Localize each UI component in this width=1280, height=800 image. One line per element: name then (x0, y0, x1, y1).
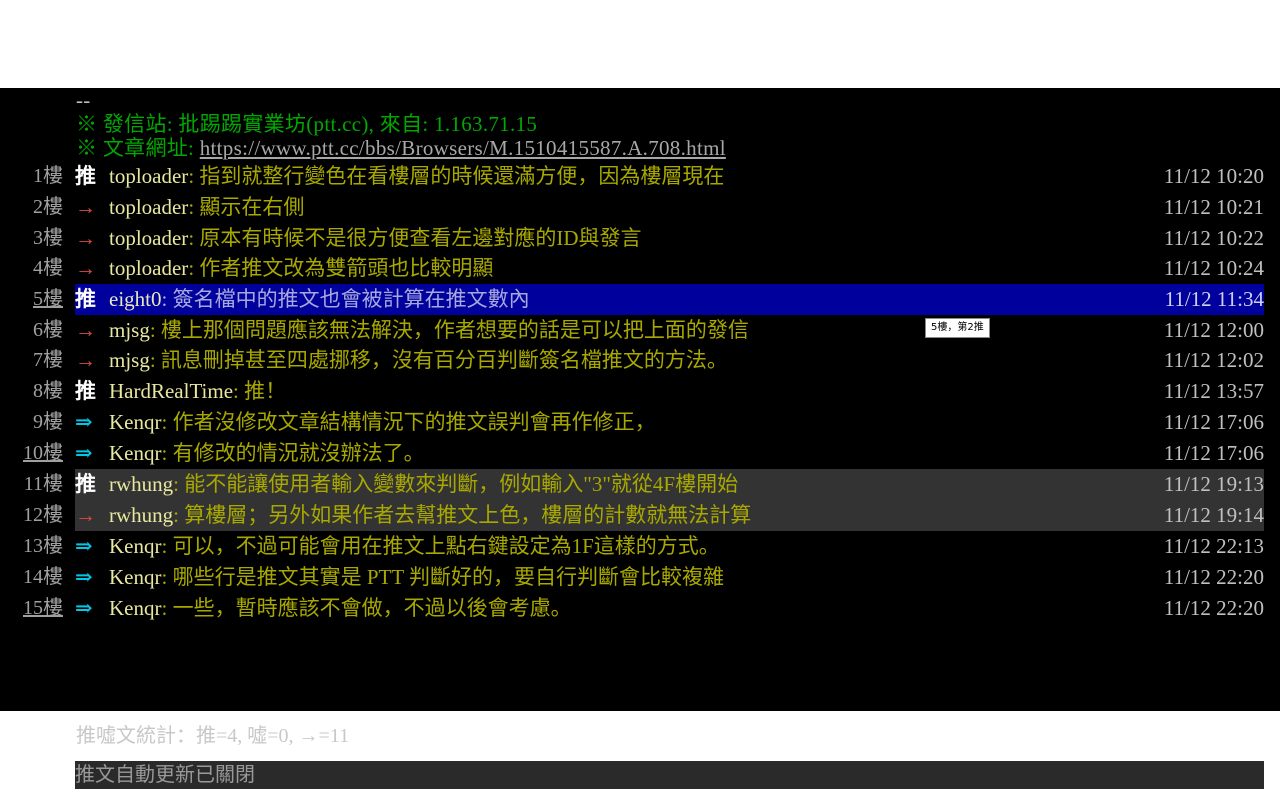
comment-user-id[interactable]: Kenqr (109, 410, 161, 434)
comment-user-id[interactable]: Kenqr (109, 534, 161, 558)
arrow-icon: → (75, 195, 96, 219)
comment-time: 11/12 10:21 (1163, 195, 1264, 219)
comment-row[interactable]: 12樓 → rwhung: 算樓層；另外如果作者去幫推文上色，樓層的計數就無法計算 1… (23, 500, 1264, 531)
comment-row[interactable]: 9樓 ⇒ Kenqr: 作者沒修改文章結構情況下的推文誤判會再作修正， 11/12 1… (33, 407, 1264, 438)
push-tag: 推 (75, 379, 96, 403)
double-arrow-icon: ⇒ (75, 565, 93, 589)
arrow-icon: → (75, 503, 96, 527)
comment-row[interactable]: 15樓 ⇒ Kenqr: 一些，暫時應該不會做，不過以後會考慮。 11/12 22:2… (23, 593, 1264, 624)
comment-user-id[interactable]: rwhung (109, 472, 173, 496)
comment-text: : 算樓層；另外如果作者去幫推文上色，樓層的計數就無法計算 (173, 503, 752, 527)
comment-user-id[interactable]: mjsg (109, 318, 150, 342)
comment-user-id[interactable]: rwhung (109, 503, 173, 527)
comment-time: 11/12 12:00 (1163, 318, 1264, 342)
article-url-line: ※ 文章網址: https://www.ptt.cc/bbs/Browsers/… (76, 136, 726, 160)
comment-time: 11/12 19:13 (1163, 472, 1264, 496)
comment-time: 11/12 17:06 (1163, 441, 1264, 465)
double-arrow-icon: ⇒ (75, 410, 93, 434)
floor-number[interactable]: 15樓 (0, 593, 63, 624)
comment-row[interactable]: 4樓 → toploader: 作者推文改為雙箭頭也比較明顯 11/12 10:24 (33, 253, 1264, 284)
comment-text: : 推！ (233, 379, 287, 403)
comment-text: : 作者沒修改文章結構情況下的推文誤判會再作修正， (161, 410, 656, 434)
comment-row[interactable]: 13樓 ⇒ Kenqr: 可以，不過可能會用在推文上點右鍵設定為1F這樣的方式。 11… (23, 531, 1264, 562)
comment-text: : 哪些行是推文其實是 PTT 判斷好的，要自行判斷會比較複雜 (161, 565, 725, 589)
floor-number: 9樓 (33, 411, 63, 433)
comment-user-id[interactable]: toploader (109, 226, 188, 250)
comment-user-id[interactable]: toploader (109, 256, 188, 280)
floor-number: 3樓 (33, 227, 63, 249)
floor-number: 6樓 (33, 319, 63, 341)
floor-number: 1樓 (33, 165, 63, 187)
comment-user-id[interactable]: Kenqr (109, 596, 161, 620)
comment-row[interactable]: 5樓推 eight0: 簽名檔中的推文也會被計算在推文數內 11/12 11:34 (33, 284, 1264, 315)
comment-time: 11/12 17:06 (1163, 410, 1264, 434)
comment-time: 11/12 19:14 (1163, 503, 1264, 527)
arrow-icon: → (75, 226, 96, 250)
comment-text: : 能不能讓使用者輸入變數來判斷，例如輸入"3"就從4F樓開始 (173, 472, 739, 496)
double-arrow-icon: ⇒ (75, 596, 93, 620)
comment-user-id[interactable]: toploader (109, 195, 188, 219)
comment-text: : 有修改的情況就沒辦法了。 (161, 441, 425, 465)
double-arrow-icon: ⇒ (75, 534, 93, 558)
comment-user-id[interactable]: mjsg (109, 348, 150, 372)
comment-time: 11/12 22:13 (1163, 534, 1264, 558)
comment-text: : 樓上那個問題應該無法解決，作者想要的話是可以把上面的發信 (149, 318, 749, 342)
push-tag: 推 (75, 287, 96, 311)
auto-update-status-bar: 推文自動更新已關閉 (75, 761, 1264, 789)
comment-user-id[interactable]: toploader (109, 164, 188, 188)
article-url-label: ※ 文章網址: (76, 136, 200, 160)
comment-time: 11/12 10:22 (1163, 226, 1264, 250)
comment-row[interactable]: 11樓推 rwhung: 能不能讓使用者輸入變數來判斷，例如輸入"3"就從4F樓開… (24, 469, 1264, 500)
comment-text: : 簽名檔中的推文也會被計算在推文數內 (161, 287, 530, 311)
floor-number: 13樓 (23, 535, 63, 557)
arrow-icon: → (75, 256, 96, 280)
comment-time: 11/12 12:02 (1163, 348, 1264, 372)
floor-number: 11樓 (23, 473, 63, 495)
comment-time: 11/12 22:20 (1163, 596, 1264, 620)
comment-row[interactable]: 14樓 ⇒ Kenqr: 哪些行是推文其實是 PTT 判斷好的，要自行判斷會比較複雜… (23, 562, 1264, 593)
comment-text: : 顯示在右側 (188, 195, 305, 219)
push-statistics: 推噓文統計：推=4, 噓=0, →=11 (76, 725, 350, 747)
floor-number[interactable]: 10樓 (0, 438, 63, 469)
ptt-article-view: -- ※ 發信站: 批踢踢實業坊(ptt.cc), 來自: 1.163.71.1… (0, 88, 1280, 789)
arrow-icon: → (75, 348, 96, 372)
article-url-link[interactable]: https://www.ptt.cc/bbs/Browsers/M.151041… (200, 136, 726, 160)
comment-text: : 指到就整行變色在看樓層的時候還滿方便，因為樓層現在 (188, 164, 725, 188)
comment-row[interactable]: 8樓推 HardRealTime: 推！ 11/12 13:57 (33, 376, 1264, 407)
comment-time: 11/12 11:34 (1164, 287, 1264, 311)
arrow-icon: → (75, 318, 96, 342)
floor-number[interactable]: 5樓 (0, 284, 63, 315)
comment-row[interactable]: 6樓 → mjsg: 樓上那個問題應該無法解決，作者想要的話是可以把上面的發信 11/… (33, 315, 1264, 346)
comment-user-id[interactable]: Kenqr (109, 441, 161, 465)
floor-number: 8樓 (33, 380, 63, 402)
floor-tooltip: 5樓，第2推 (925, 318, 990, 338)
comment-user-id[interactable]: eight0 (109, 287, 162, 311)
floor-number: 12樓 (23, 504, 63, 526)
comment-row[interactable]: 2樓 → toploader: 顯示在右側 11/12 10:21 (33, 192, 1264, 223)
comment-user-id[interactable]: HardRealTime (109, 379, 233, 403)
signature-separator: -- (76, 88, 91, 112)
floor-number: 2樓 (33, 196, 63, 218)
comment-row[interactable]: 3樓 → toploader: 原本有時候不是很方便查看左邊對應的ID與發言 11/1… (33, 223, 1264, 254)
comment-text: : 一些，暫時應該不會做，不過以後會考慮。 (161, 596, 572, 620)
comment-text: : 可以，不過可能會用在推文上點右鍵設定為1F這樣的方式。 (161, 534, 720, 558)
comment-row[interactable]: 1樓推 toploader: 指到就整行變色在看樓層的時候還滿方便，因為樓層現在 1… (33, 161, 1264, 192)
floor-number: 4樓 (33, 257, 63, 279)
comment-text: : 訊息刪掉甚至四處挪移，沒有百分百判斷簽名檔推文的方法。 (149, 348, 728, 372)
comment-time: 11/12 10:20 (1163, 164, 1264, 188)
comment-time: 11/12 22:20 (1163, 565, 1264, 589)
floor-number: 14樓 (23, 566, 63, 588)
comment-text: : 原本有時候不是很方便查看左邊對應的ID與發言 (188, 226, 642, 250)
comment-row[interactable]: 7樓 → mjsg: 訊息刪掉甚至四處挪移，沒有百分百判斷簽名檔推文的方法。 11/1… (33, 345, 1264, 376)
comment-row[interactable]: 10樓 ⇒ Kenqr: 有修改的情況就沒辦法了。 11/12 17:06 (23, 438, 1264, 469)
push-tag: 推 (75, 164, 96, 188)
floor-number: 7樓 (33, 349, 63, 371)
push-tag: 推 (75, 472, 96, 496)
comment-time: 11/12 13:57 (1163, 379, 1264, 403)
double-arrow-icon: ⇒ (75, 441, 93, 465)
comment-user-id[interactable]: Kenqr (109, 565, 161, 589)
comment-text: : 作者推文改為雙箭頭也比較明顯 (188, 256, 494, 280)
comment-time: 11/12 10:24 (1163, 256, 1264, 280)
origin-line: ※ 發信站: 批踢踢實業坊(ptt.cc), 來自: 1.163.71.15 (76, 112, 538, 136)
